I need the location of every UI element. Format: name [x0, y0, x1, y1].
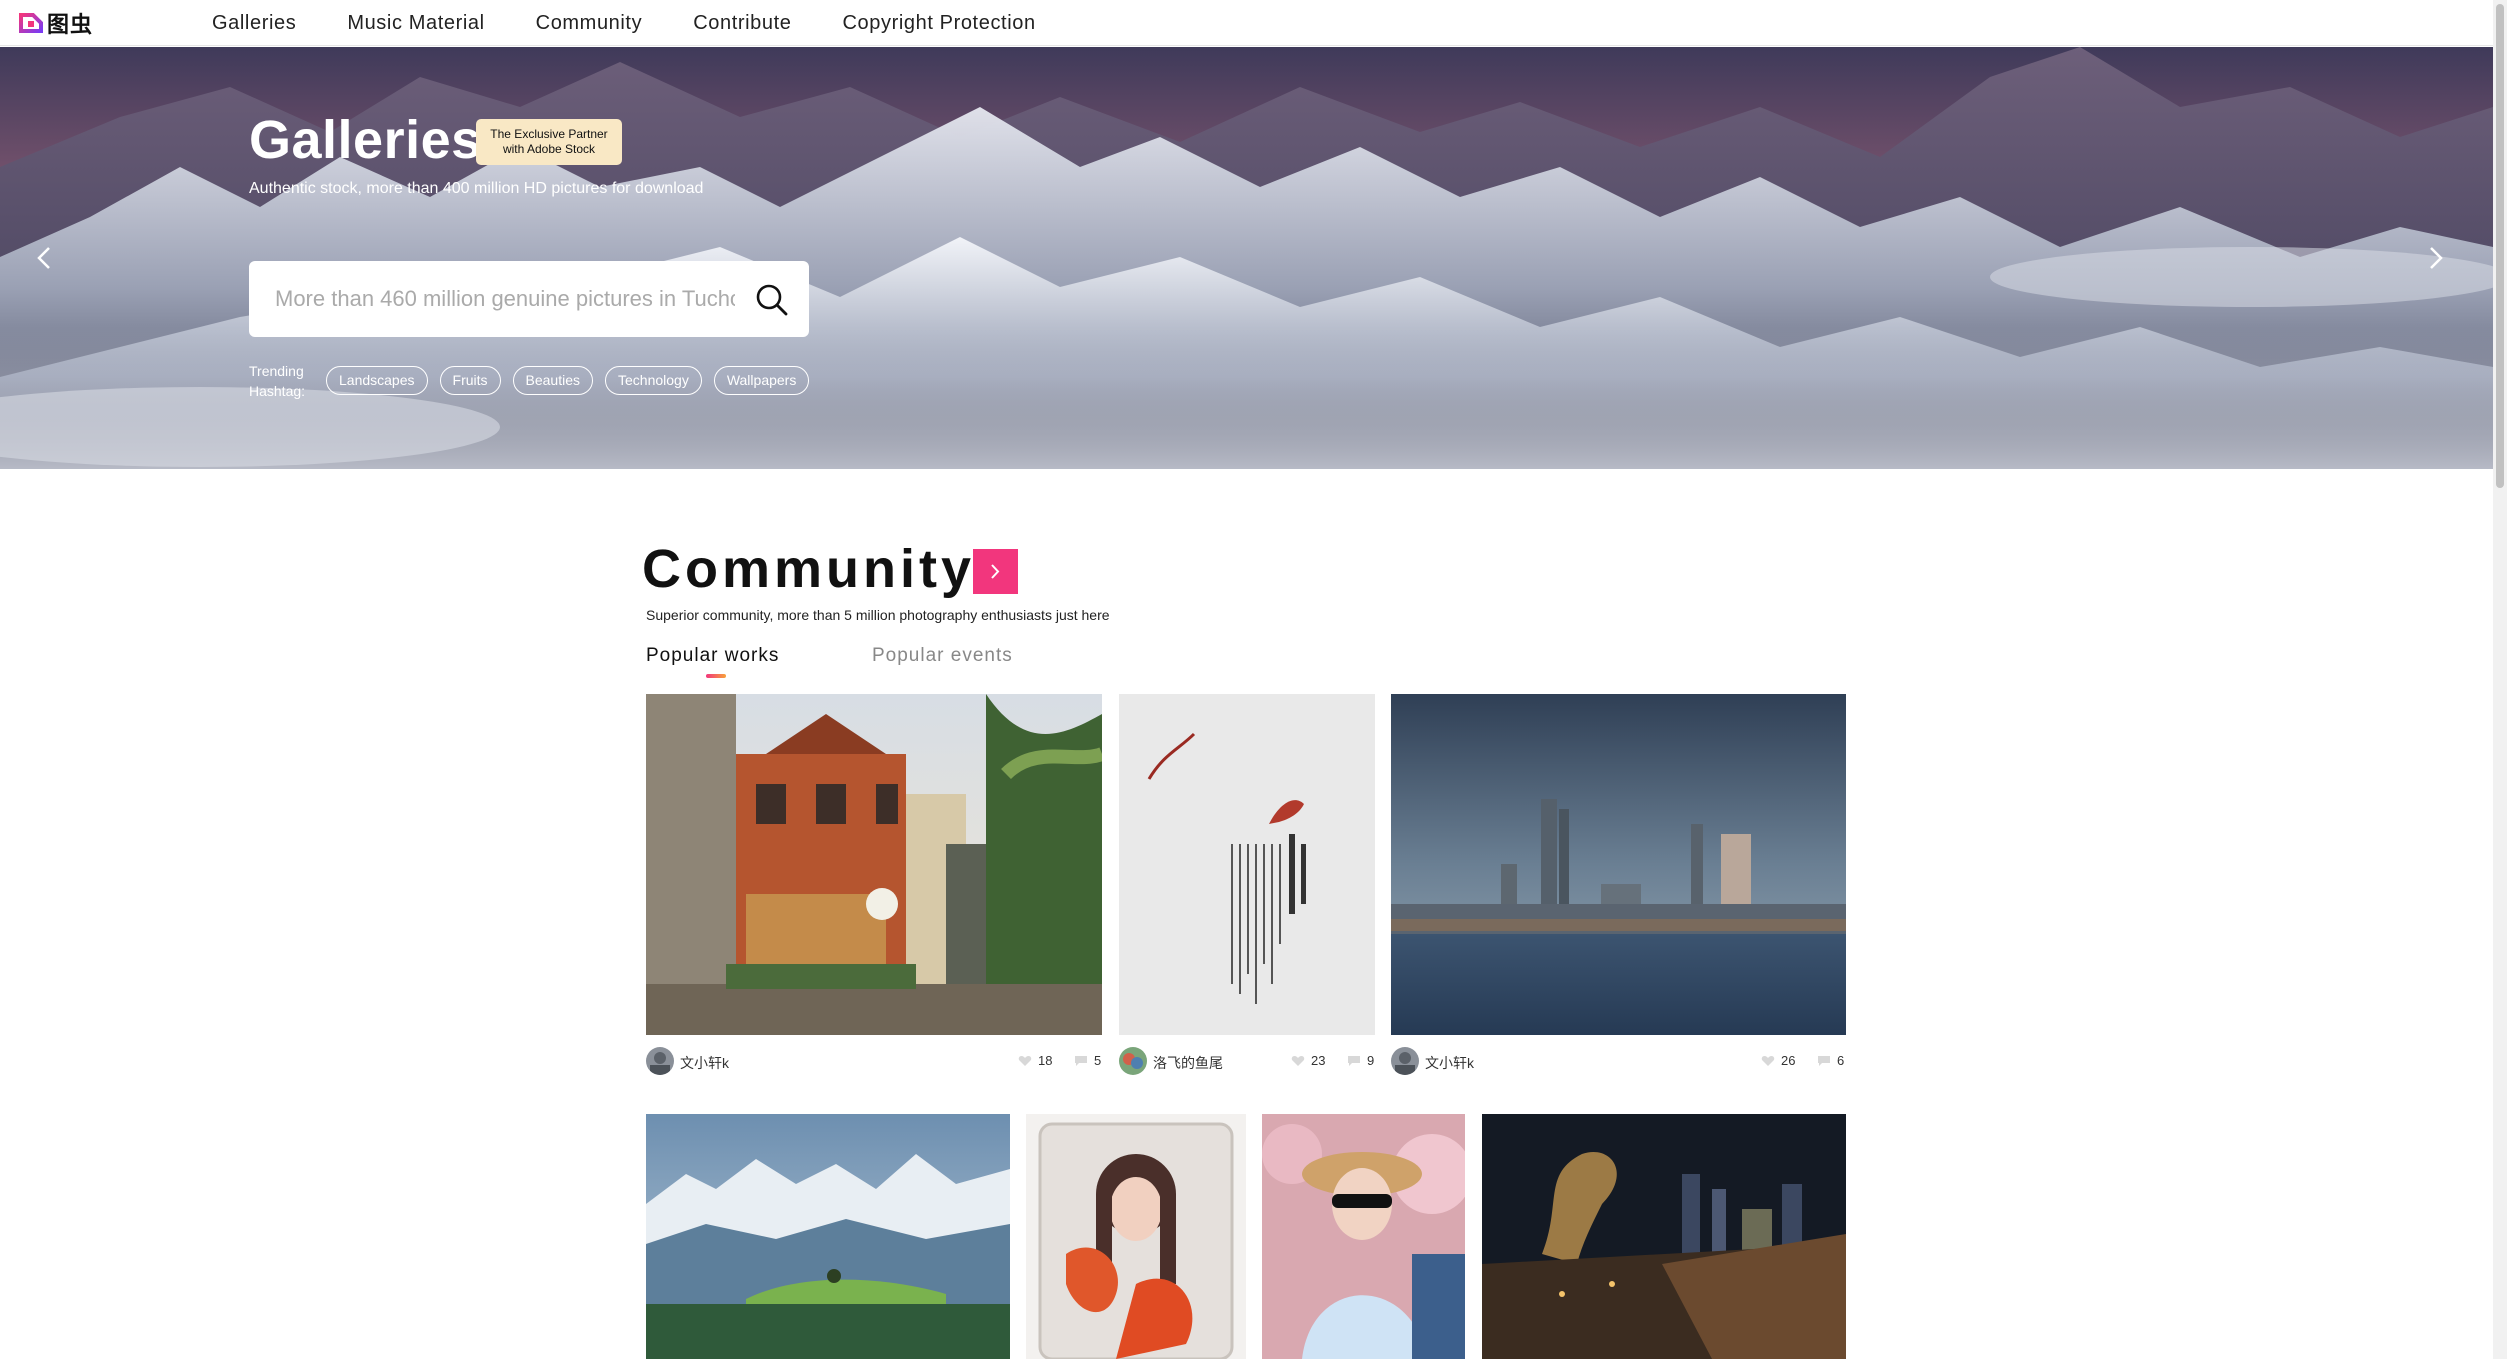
hashtag-beauties[interactable]: Beauties — [512, 366, 593, 395]
nav-galleries[interactable]: Galleries — [212, 12, 296, 35]
scrollbar-thumb[interactable] — [2496, 4, 2504, 488]
search-input[interactable] — [275, 261, 735, 337]
likes-value: 23 — [1311, 1053, 1326, 1068]
active-tab-indicator — [706, 674, 726, 678]
heart-icon — [1018, 1055, 1032, 1066]
community-more-button[interactable] — [973, 549, 1018, 594]
hashtag-wallpapers[interactable]: Wallpapers — [713, 366, 810, 395]
adobe-partner-badge: The Exclusive Partner with Adobe Stock — [476, 119, 622, 165]
badge-line-1: The Exclusive Partner — [490, 127, 608, 141]
work-card-alpine-meadow[interactable] — [646, 1114, 1010, 1359]
work-image — [1262, 1114, 1465, 1359]
work-card-old-street[interactable] — [646, 694, 1102, 1035]
heart-icon — [1291, 1055, 1305, 1066]
comment-icon — [1818, 1055, 1830, 1066]
brand-name: 图虫 — [47, 12, 94, 37]
hashtag-label-line-2: Hashtag: — [249, 383, 306, 399]
search-icon[interactable] — [755, 283, 789, 317]
tab-popular-works[interactable]: Popular works — [646, 645, 779, 667]
work-image — [1391, 694, 1846, 1035]
work-meta-1: 文小轩k 18 5 — [646, 1047, 1102, 1075]
comments-count[interactable]: 5 — [1074, 1053, 1101, 1068]
work-image — [1482, 1114, 1846, 1359]
avatar[interactable] — [1119, 1047, 1147, 1075]
work-card-city-skyline[interactable] — [1391, 694, 1846, 1035]
likes-value: 26 — [1781, 1053, 1796, 1068]
work-meta-2: 洛飞的鱼尾 23 9 — [1119, 1047, 1375, 1075]
work-meta-3: 文小轩k 26 6 — [1391, 1047, 1846, 1075]
work-image — [646, 1114, 1010, 1359]
logo[interactable]: 图虫 — [19, 11, 93, 37]
top-nav: 图虫 Galleries Music Material Community Co… — [0, 0, 2493, 46]
community-subtitle: Superior community, more than 5 million … — [646, 607, 1110, 623]
nav-contribute[interactable]: Contribute — [693, 12, 791, 35]
tab-popular-events[interactable]: Popular events — [872, 645, 1013, 667]
avatar[interactable] — [646, 1047, 674, 1075]
work-card-night-bridge[interactable] — [1482, 1114, 1846, 1359]
hashtag-label-line-1: Trending — [249, 363, 304, 379]
author-name[interactable]: 文小轩k — [1425, 1053, 1474, 1073]
nav-music-material[interactable]: Music Material — [347, 12, 484, 35]
comment-icon — [1348, 1055, 1360, 1066]
comments-count[interactable]: 6 — [1817, 1053, 1844, 1068]
badge-line-2: with Adobe Stock — [502, 142, 596, 156]
author-name[interactable]: 洛飞的鱼尾 — [1153, 1053, 1223, 1073]
work-image — [1026, 1114, 1246, 1359]
work-card-girl-jar[interactable] — [1026, 1114, 1246, 1359]
comments-value: 9 — [1367, 1053, 1375, 1068]
work-image — [646, 694, 1102, 1035]
likes-count[interactable]: 26 — [1761, 1053, 1795, 1068]
hashtag-landscapes[interactable]: Landscapes — [326, 366, 428, 395]
hashtag-fruits[interactable]: Fruits — [439, 366, 501, 395]
nav-copyright-protection[interactable]: Copyright Protection — [842, 12, 1035, 35]
hashtag-technology[interactable]: Technology — [605, 366, 702, 395]
work-image — [1119, 694, 1375, 1035]
likes-count[interactable]: 23 — [1291, 1053, 1325, 1068]
chevron-right-icon — [991, 564, 1000, 579]
nav-links: Galleries Music Material Community Contr… — [212, 0, 1087, 46]
avatar[interactable] — [1391, 1047, 1419, 1075]
comment-icon — [1075, 1055, 1087, 1066]
search-box — [249, 261, 809, 337]
logo-icon — [19, 12, 43, 34]
work-card-girl-sunglasses[interactable] — [1262, 1114, 1465, 1359]
likes-count[interactable]: 18 — [1018, 1053, 1052, 1068]
page-scrollbar[interactable] — [2493, 0, 2507, 1359]
hero-title: Galleries — [249, 110, 482, 170]
hero-subtitle: Authentic stock, more than 400 million H… — [249, 180, 704, 197]
comments-value: 5 — [1094, 1053, 1102, 1068]
nav-community[interactable]: Community — [536, 12, 643, 35]
comments-value: 6 — [1837, 1053, 1845, 1068]
work-card-calligraphy[interactable] — [1119, 694, 1375, 1035]
likes-value: 18 — [1038, 1053, 1053, 1068]
trending-hashtag-label: Trending Hashtag: — [249, 361, 305, 401]
next-slide-icon[interactable] — [2420, 243, 2450, 273]
hero-banner: Galleries The Exclusive Partner with Ado… — [0, 47, 2493, 469]
community-title: Community — [642, 539, 975, 599]
hashtag-list: Landscapes Fruits Beauties Technology Wa… — [326, 366, 810, 395]
comments-count[interactable]: 9 — [1347, 1053, 1374, 1068]
prev-slide-icon[interactable] — [30, 243, 60, 273]
author-name[interactable]: 文小轩k — [680, 1053, 729, 1073]
heart-icon — [1761, 1055, 1775, 1066]
